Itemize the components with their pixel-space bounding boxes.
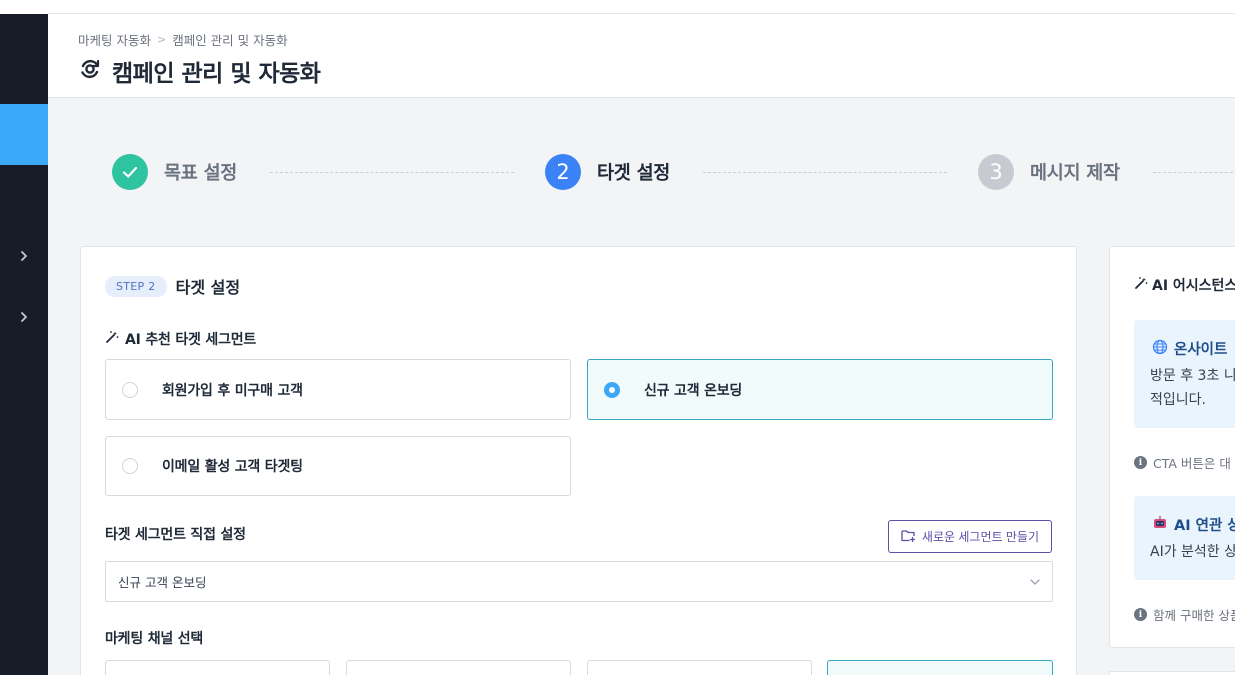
new-segment-button-label: 새로운 세그먼트 만들기 — [921, 530, 1039, 544]
assistant-tip-title: AI 연관 상 — [1152, 514, 1235, 535]
globe-icon — [1152, 339, 1168, 359]
channel-option[interactable] — [105, 660, 330, 675]
page-title-row: 캠페인 관리 및 자동화 — [78, 54, 321, 88]
step-target[interactable]: 2 타겟 설정 — [545, 154, 670, 190]
magic-wand-icon — [1134, 276, 1148, 294]
info-icon: i — [1134, 608, 1147, 621]
ai-assistant-panel: AI 어시스턴스 온사이트 방문 후 3초 니 적입니다. i CTA 버튼은 … — [1109, 246, 1235, 648]
step-label: 타겟 설정 — [597, 163, 671, 184]
radio-button[interactable] — [122, 458, 138, 474]
segment-select[interactable]: 신규 고객 온보딩 — [105, 561, 1053, 602]
assistant-note: i CTA 버튼은 대 — [1134, 453, 1231, 472]
segment-option[interactable]: 신규 고객 온보딩 — [587, 359, 1053, 420]
sidebar — [0, 0, 48, 675]
new-segment-button[interactable]: 새로운 세그먼트 만들기 — [887, 520, 1052, 553]
step-label: 메시지 제작 — [1030, 163, 1120, 184]
step-message[interactable]: 3 메시지 제작 — [978, 154, 1120, 190]
step-label: 목표 설정 — [164, 163, 238, 184]
magic-wand-icon — [105, 330, 119, 348]
assistant-panel-secondary — [1109, 671, 1235, 675]
step-number: 2 — [545, 154, 581, 190]
step-connector — [1153, 172, 1235, 173]
page-header: 마케팅 자동화 > 캠페인 관리 및 자동화 캠페인 관리 및 자동화 — [48, 14, 1235, 98]
top-bar — [48, 0, 1235, 14]
sidebar-top-cap — [0, 0, 48, 14]
manual-segment-section-label: 타겟 세그먼트 직접 설정 — [105, 527, 246, 543]
channel-section-label: 마케팅 채널 선택 — [105, 631, 204, 647]
check-icon — [112, 154, 148, 190]
chevron-right-icon[interactable] — [17, 310, 31, 324]
stepper: 목표 설정 2 타겟 설정 3 메시지 제작 — [48, 98, 1235, 246]
folder-plus-icon — [901, 529, 916, 545]
segment-option[interactable]: 이메일 활성 고객 타겟팅 — [105, 436, 571, 496]
segment-option-label: 이메일 활성 고객 타겟팅 — [162, 459, 303, 475]
info-icon: i — [1134, 456, 1147, 469]
step-goal[interactable]: 목표 설정 — [112, 154, 237, 190]
step-number: 3 — [978, 154, 1014, 190]
campaign-refresh-icon — [78, 57, 102, 85]
robot-icon — [1152, 515, 1168, 535]
sidebar-item-active[interactable] — [0, 104, 48, 165]
segment-option[interactable]: 회원가입 후 미구매 고객 — [105, 359, 571, 420]
channel-option[interactable] — [346, 660, 571, 675]
assistant-tip-text: AI가 분석한 상 — [1150, 544, 1235, 560]
channel-option[interactable] — [587, 660, 812, 675]
segment-select-value: 신규 고객 온보딩 — [118, 575, 207, 590]
assistant-tip-onsite: 온사이트 방문 후 3초 니 적입니다. — [1134, 320, 1235, 428]
assistant-tip-text: 적입니다. — [1150, 392, 1206, 408]
step-connector — [703, 172, 947, 173]
target-settings-card: STEP 2 타겟 설정 AI 추천 타겟 세그먼트 회원가입 후 미구매 고객… — [80, 246, 1077, 675]
assistant-tip-text: 방문 후 3초 니 — [1150, 368, 1235, 384]
radio-button[interactable] — [122, 381, 138, 398]
breadcrumb-parent[interactable]: 마케팅 자동화 — [78, 30, 151, 49]
step-badge: STEP 2 — [105, 275, 167, 297]
radio-button[interactable] — [604, 381, 620, 398]
chevron-right-icon[interactable] — [17, 249, 31, 263]
breadcrumb-separator: > — [156, 33, 167, 46]
assistant-tip-title: 온사이트 — [1152, 338, 1227, 359]
assistant-note: i 함께 구매한 상품 — [1134, 605, 1235, 624]
assistant-tip-related-products: AI 연관 상 AI가 분석한 상 — [1134, 496, 1235, 580]
step-connector — [270, 172, 514, 173]
card-title: 타겟 설정 — [175, 278, 241, 297]
page-title: 캠페인 관리 및 자동화 — [112, 61, 321, 87]
segment-option-label: 신규 고객 온보딩 — [644, 382, 743, 399]
segment-option-label: 회원가입 후 미구매 고객 — [162, 382, 303, 399]
card-header: STEP 2 타겟 설정 — [105, 274, 240, 298]
chevron-down-icon — [1029, 576, 1041, 591]
ai-segment-section-label: AI 추천 타겟 세그먼트 — [105, 329, 256, 349]
breadcrumb: 마케팅 자동화 > 캠페인 관리 및 자동화 — [78, 30, 288, 49]
channel-option[interactable] — [827, 660, 1053, 675]
breadcrumb-current: 캠페인 관리 및 자동화 — [172, 33, 288, 48]
assistant-title: AI 어시스턴스 — [1134, 275, 1235, 295]
